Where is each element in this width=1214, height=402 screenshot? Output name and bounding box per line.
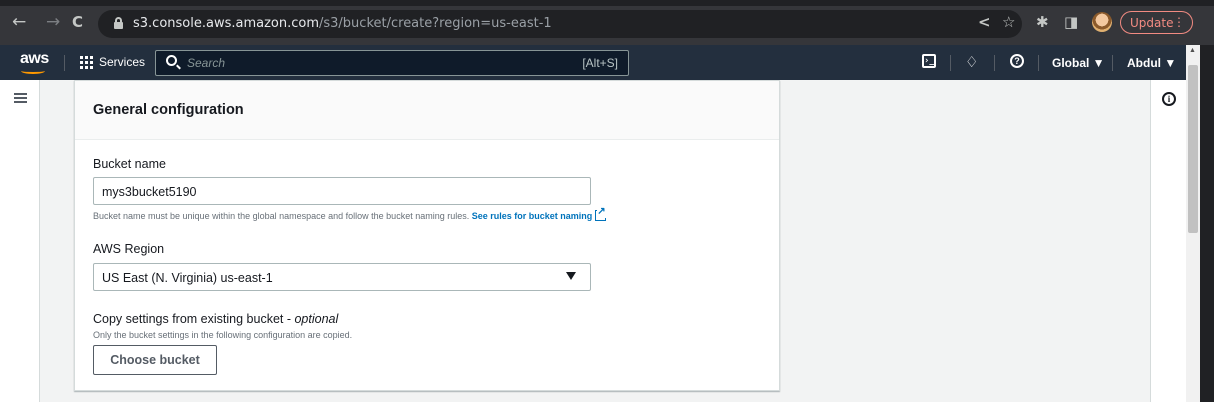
url-host: s3.console.aws.amazon.com bbox=[133, 16, 319, 31]
services-grid-icon[interactable] bbox=[80, 56, 93, 69]
forward-arrow-icon[interactable]: → bbox=[46, 14, 60, 31]
aws-top-nav: aws Services Search [Alt+S] ›_ ♢ ? Globa… bbox=[0, 45, 1186, 80]
aws-region-select[interactable]: US East (N. Virginia) us-east-1 bbox=[93, 263, 591, 291]
aws-logo[interactable]: aws bbox=[20, 50, 49, 68]
cloudshell-icon[interactable]: ›_ bbox=[922, 54, 936, 68]
panel-title: General configuration bbox=[93, 102, 244, 118]
url-path: /s3/bucket/create?region=us-east-1 bbox=[319, 16, 552, 31]
scroll-up-arrow-icon[interactable]: ▲ bbox=[1189, 47, 1196, 54]
aws-region-selected-value: US East (N. Virginia) us-east-1 bbox=[102, 271, 273, 285]
scrollbar-thumb[interactable] bbox=[1188, 65, 1198, 233]
copy-settings-hint: Only the bucket settings in the followin… bbox=[93, 330, 353, 340]
update-button[interactable]: Update ⋮ bbox=[1120, 11, 1193, 34]
notifications-bell-icon[interactable]: ♢ bbox=[965, 53, 978, 71]
caret-down-icon bbox=[566, 272, 576, 280]
reload-icon[interactable]: C bbox=[72, 14, 83, 31]
menu-hamburger-icon[interactable] bbox=[14, 93, 27, 103]
bucket-name-label: Bucket name bbox=[93, 157, 166, 171]
divider bbox=[950, 55, 951, 71]
help-icon[interactable]: ? bbox=[1010, 54, 1024, 68]
divider bbox=[994, 55, 995, 71]
optional-tag: optional bbox=[294, 312, 339, 326]
copy-settings-label: Copy settings from existing bucket - opt… bbox=[93, 312, 338, 326]
bucket-name-input[interactable]: mys3bucket5190 bbox=[93, 177, 591, 205]
external-link-icon bbox=[595, 206, 607, 221]
extensions-puzzle-icon[interactable]: ✱ bbox=[1036, 14, 1049, 30]
account-menu[interactable]: Abdul ▼ bbox=[1127, 56, 1176, 70]
right-tools-rail: i bbox=[1150, 80, 1186, 402]
bucket-naming-rules-label: See rules for bucket naming bbox=[471, 211, 593, 221]
search-input[interactable]: Search [Alt+S] bbox=[155, 50, 629, 76]
general-configuration-panel: General configuration Bucket name mys3bu… bbox=[74, 80, 780, 391]
choose-bucket-button[interactable]: Choose bucket bbox=[93, 345, 217, 375]
side-panel-icon[interactable]: ◨ bbox=[1064, 14, 1078, 30]
divider bbox=[64, 55, 65, 71]
main-content: General configuration Bucket name mys3bu… bbox=[0, 80, 1186, 402]
left-navigation-rail bbox=[0, 80, 40, 402]
url-text[interactable]: s3.console.aws.amazon.com/s3/bucket/crea… bbox=[133, 16, 552, 31]
bookmark-star-icon[interactable]: ☆ bbox=[1002, 14, 1015, 30]
divider bbox=[1038, 55, 1039, 71]
tab-strip bbox=[0, 0, 1214, 6]
services-menu[interactable]: Services bbox=[99, 55, 145, 69]
share-icon[interactable]: < bbox=[978, 14, 991, 30]
search-placeholder: Search bbox=[187, 56, 226, 70]
copy-settings-label-text: Copy settings from existing bucket - bbox=[93, 312, 295, 326]
info-icon[interactable]: i bbox=[1162, 92, 1176, 106]
lock-icon[interactable] bbox=[114, 17, 123, 29]
kebab-menu-icon: ⋮ bbox=[1173, 15, 1185, 29]
bucket-naming-rules-link[interactable]: See rules for bucket naming bbox=[471, 206, 607, 221]
search-shortcut: [Alt+S] bbox=[582, 56, 618, 70]
region-menu[interactable]: Global ▼ bbox=[1052, 56, 1105, 70]
search-icon bbox=[166, 55, 177, 66]
bucket-name-hint: Bucket name must be unique within the gl… bbox=[93, 206, 607, 221]
profile-avatar[interactable] bbox=[1092, 12, 1112, 32]
back-arrow-icon[interactable]: ← bbox=[12, 14, 26, 31]
aws-logo-smile bbox=[21, 68, 45, 74]
bucket-name-hint-text: Bucket name must be unique within the gl… bbox=[93, 211, 470, 221]
update-label: Update bbox=[1130, 16, 1174, 30]
panel-header: General configuration bbox=[75, 81, 779, 140]
aws-region-label: AWS Region bbox=[93, 242, 165, 256]
divider bbox=[1112, 55, 1113, 71]
